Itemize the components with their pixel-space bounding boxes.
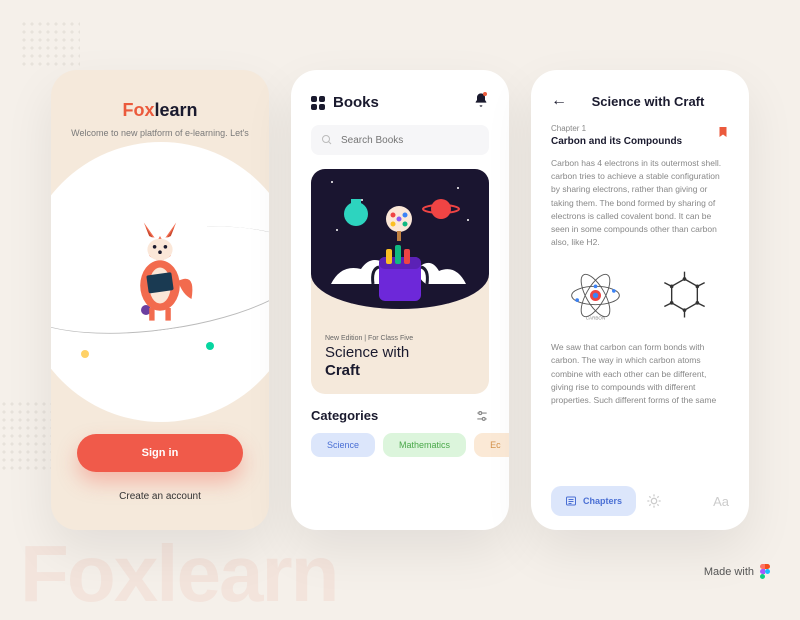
book-cover-art xyxy=(311,169,489,309)
signin-button[interactable]: Sign in xyxy=(77,434,243,472)
chapter-paragraph: Carbon has 4 electrons in its outermost … xyxy=(531,147,749,259)
books-screen: Books xyxy=(291,70,509,530)
book-title-line2: Craft xyxy=(325,362,360,379)
atom-diagram: CARBON xyxy=(566,265,626,325)
notification-badge xyxy=(483,92,487,96)
chapters-label: Chapters xyxy=(583,496,622,506)
create-account-link[interactable]: Create an account xyxy=(51,491,269,502)
category-pill-science[interactable]: Science xyxy=(311,433,375,457)
chapter-paragraph: We saw that carbon can form bonds with c… xyxy=(531,331,749,417)
brand-logo: Foxlearn xyxy=(71,100,249,121)
onboarding-screen: Foxlearn Welcome to new platform of e-le… xyxy=(51,70,269,530)
chapter-screen: ← Science with Craft Chapter 1 Carbon an… xyxy=(531,70,749,530)
orbit-dot xyxy=(81,350,89,358)
list-icon xyxy=(565,495,577,507)
menu-grid-icon[interactable] xyxy=(311,96,325,110)
back-button[interactable]: ← xyxy=(551,92,567,110)
book-title-line1: Science with xyxy=(325,344,409,361)
brand-prefix: Fox xyxy=(122,100,154,120)
search-icon xyxy=(321,134,333,146)
book-edition: New Edition | For Class Five xyxy=(325,335,413,342)
font-size-button[interactable]: Aa xyxy=(713,494,729,509)
filter-icon[interactable] xyxy=(475,409,489,423)
orbit-dot xyxy=(206,342,214,350)
text-fade xyxy=(531,440,749,480)
page-title: Science with Craft xyxy=(583,94,713,109)
chapters-button[interactable]: Chapters xyxy=(551,486,636,516)
category-pill-math[interactable]: Mathematics xyxy=(383,433,466,457)
chapter-title: Carbon and its Compounds xyxy=(551,136,682,147)
decorative-dots xyxy=(20,20,80,70)
background-watermark: Foxlearn xyxy=(20,528,337,620)
chapter-label: Chapter 1 xyxy=(551,124,682,133)
brightness-icon[interactable] xyxy=(646,493,662,509)
figma-icon xyxy=(760,564,770,580)
bookmark-icon[interactable] xyxy=(717,124,729,140)
search-field[interactable] xyxy=(341,135,479,146)
search-input[interactable] xyxy=(311,125,489,155)
svg-text:CARBON: CARBON xyxy=(586,315,606,320)
made-with-label: Made with xyxy=(704,564,770,580)
page-title: Books xyxy=(333,94,379,111)
fox-illustration xyxy=(115,218,205,326)
molecule-diagram xyxy=(655,265,715,325)
category-pill-econ[interactable]: Ec xyxy=(474,433,509,457)
categories-heading: Categories xyxy=(311,408,378,423)
brand-suffix: learn xyxy=(154,100,197,120)
book-card[interactable]: New Edition | For Class Five Science wit… xyxy=(311,169,489,394)
notification-icon[interactable] xyxy=(473,92,489,113)
